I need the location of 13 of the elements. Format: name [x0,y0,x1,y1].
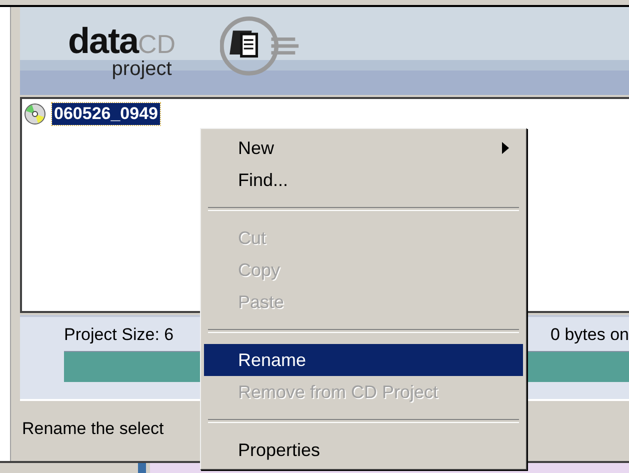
menu-item[interactable]: New [204,132,523,164]
logo-text: data [68,23,138,59]
menu-item[interactable]: Properties [204,434,523,466]
menu-item[interactable]: Rename [204,344,523,376]
disc-icon [24,103,46,125]
project-size-label: Project Size: 6 [64,325,174,345]
tree-item[interactable]: 060526_0949 [52,103,160,125]
submenu-arrow-icon [502,142,509,154]
free-space-text: 0 bytes on [550,325,629,345]
logo-subtitle: project [112,59,172,79]
menu-item[interactable]: Find... [204,164,523,196]
status-text: Rename the select [22,419,164,439]
logo-text: CD [138,29,176,59]
